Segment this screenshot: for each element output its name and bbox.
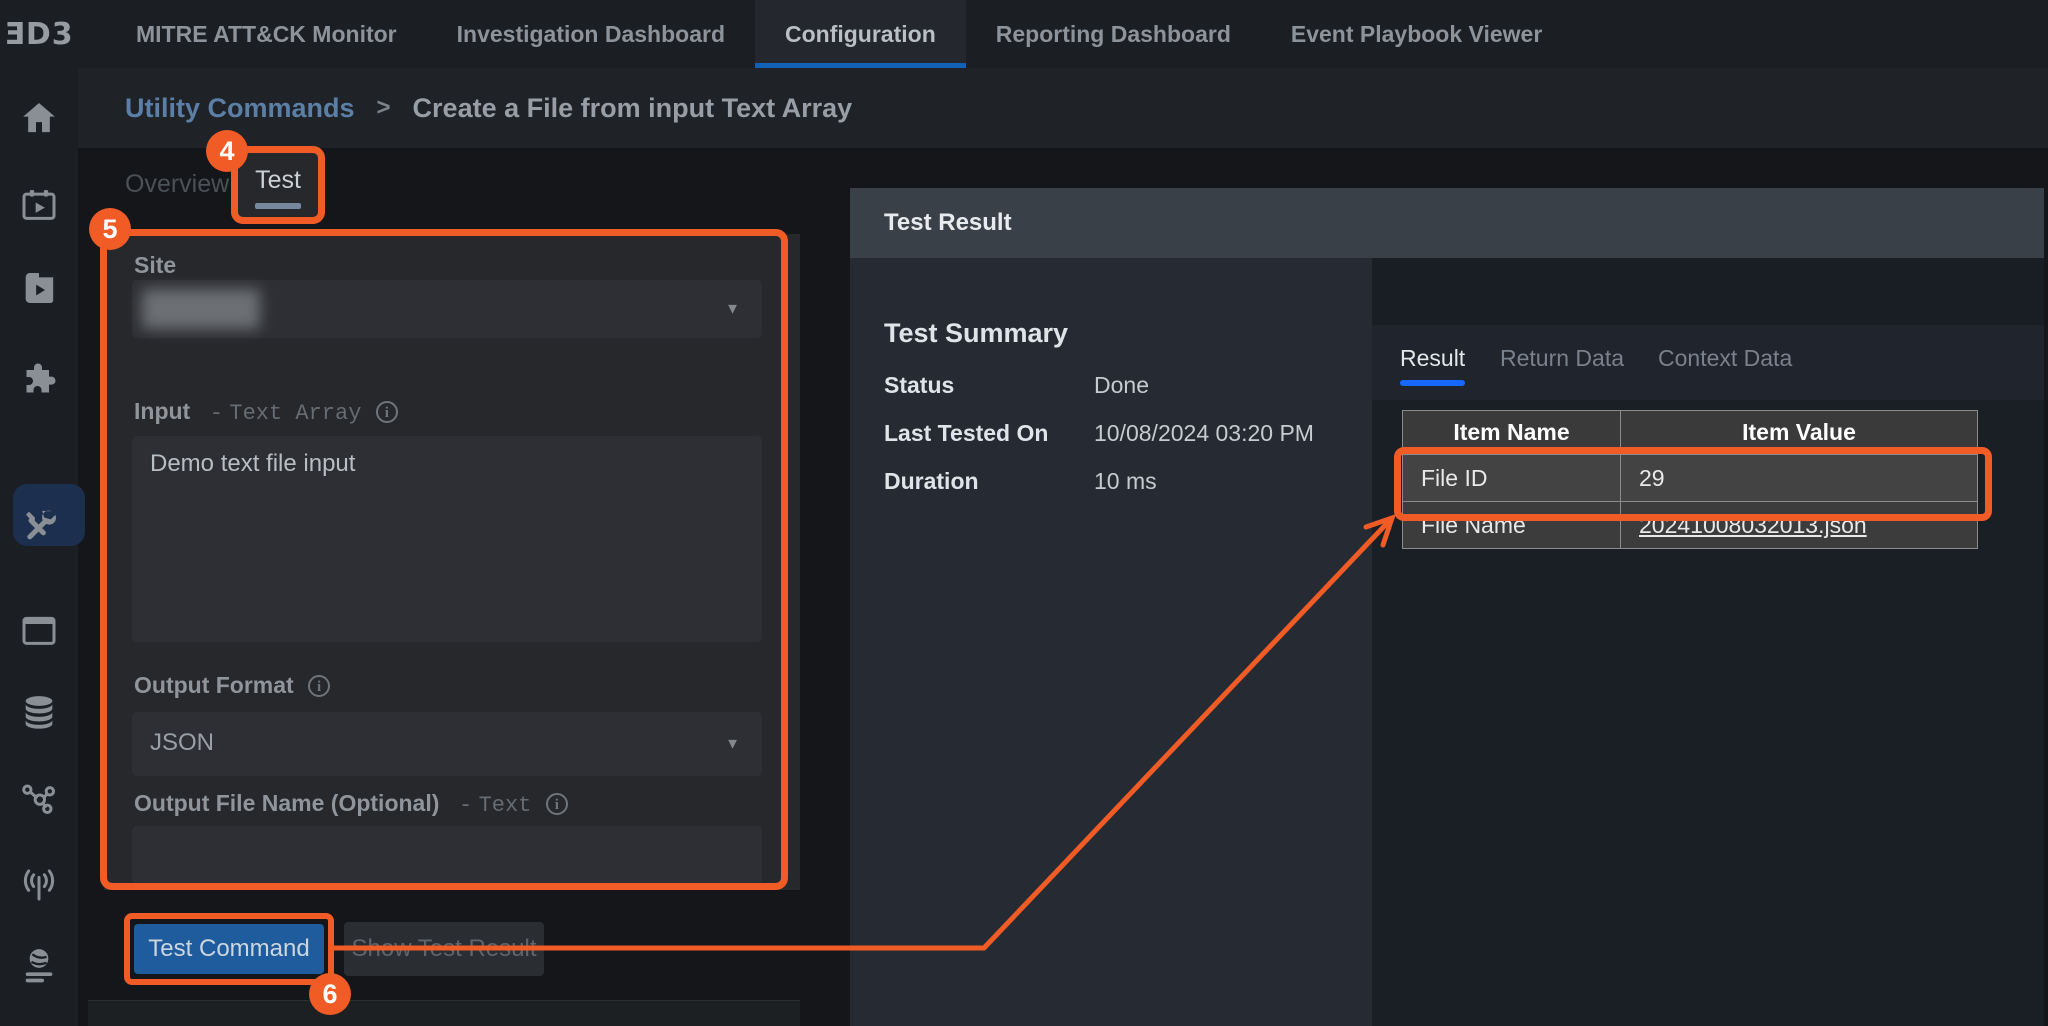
output-format-label-text: Output Format [134, 672, 294, 698]
input-type-separator [197, 401, 210, 426]
puzzle-icon [19, 360, 59, 400]
test-summary-title: Test Summary [884, 318, 1068, 349]
output-subtabs: Result Return Data Context Data [1372, 325, 2044, 400]
output-file-name-label-text: Output File Name (Optional) [134, 790, 439, 816]
nav-items: MITRE ATT&CK Monitor Investigation Dashb… [106, 0, 1572, 68]
chevron-down-icon: ▼ [725, 736, 740, 753]
output-file-type-dash: - [459, 793, 472, 818]
input-info-icon[interactable]: i [376, 401, 398, 423]
breadcrumb: Utility Commands > Create a File from in… [78, 68, 2048, 148]
status-label: Status [884, 372, 954, 399]
database-icon [19, 692, 59, 732]
page-title: Create a File from input Text Array [413, 93, 853, 124]
test-result-title: Test Result [884, 209, 1012, 237]
subtab-result[interactable]: Result [1400, 345, 1465, 372]
left-panel-footer [88, 1000, 800, 1026]
input-label-text: Input [134, 398, 190, 424]
sidebar-item-playbook[interactable] [0, 256, 78, 320]
tab-test-active-underline [255, 203, 301, 209]
output-tab-row: Output [1372, 258, 2044, 325]
input-textarea[interactable]: Demo text file input [132, 436, 762, 642]
file-name-name-cell: File Name [1403, 502, 1621, 549]
output-format-value: JSON [150, 729, 214, 757]
last-tested-on-value: 10/08/2024 03:20 PM [1094, 420, 1314, 447]
sidebar-item-integrations[interactable] [0, 348, 78, 412]
output-file-name-input[interactable] [132, 826, 762, 884]
last-tested-on-label: Last Tested On [884, 420, 1048, 447]
output-file-type-separator [446, 793, 459, 818]
input-value: Demo text file input [150, 450, 355, 478]
breadcrumb-parent-link[interactable]: Utility Commands [125, 93, 355, 124]
result-table-header-row: Item Name Item Value [1403, 411, 1978, 455]
test-result-header: Test Result [850, 188, 2044, 258]
site-value-redacted [142, 289, 260, 329]
chevron-down-icon: ▼ [725, 301, 740, 318]
file-download-link[interactable]: 20241008032013.json [1639, 512, 1867, 538]
calendar-play-icon [19, 185, 59, 225]
status-value: Done [1094, 372, 1149, 399]
breadcrumb-separator: > [377, 94, 391, 122]
annotation-badge-4: 4 [206, 130, 248, 172]
input-type-hint: Text Array [229, 401, 361, 426]
sidebar-item-link-analysis[interactable] [0, 766, 78, 830]
nav-item-event-playbook-viewer[interactable]: Event Playbook Viewer [1261, 0, 1572, 68]
tab-test-label: Test [238, 166, 318, 195]
wrench-screwdriver-icon [19, 505, 59, 545]
app-window: ƎD3 MITRE ATT&CK Monitor Investigation D… [0, 0, 2048, 1026]
test-command-button[interactable]: Test Command [134, 924, 324, 974]
top-nav: ƎD3 MITRE ATT&CK Monitor Investigation D… [0, 0, 2048, 68]
sidebar-item-sites[interactable] [0, 934, 78, 998]
network-graph-icon [19, 778, 59, 818]
tab-test[interactable]: Test [238, 152, 318, 218]
site-label: Site [134, 252, 176, 279]
globe-list-icon [19, 946, 59, 986]
icon-sidebar [0, 68, 78, 1026]
output-format-label: Output Format i [134, 672, 330, 699]
antenna-broadcast-icon [19, 864, 59, 904]
output-file-info-icon[interactable]: i [546, 793, 568, 815]
input-type-dash: - [210, 401, 223, 426]
calendar-icon [19, 610, 59, 650]
nav-item-configuration[interactable]: Configuration [755, 0, 966, 68]
result-table: Item Name Item Value File ID 29 File Nam… [1402, 410, 1978, 549]
file-id-value-cell: 29 [1621, 455, 1978, 502]
sidebar-item-incident-report[interactable] [0, 1016, 78, 1026]
col-item-name: Item Name [1403, 411, 1621, 455]
subtab-return-data[interactable]: Return Data [1500, 345, 1624, 372]
sidebar-item-home[interactable] [0, 86, 78, 150]
d3-logo[interactable]: ƎD3 [0, 0, 78, 68]
output-format-info-icon[interactable]: i [308, 675, 330, 697]
sidebar-item-events[interactable] [0, 598, 78, 662]
subtab-context-data[interactable]: Context Data [1658, 345, 1792, 372]
sidebar-item-broadcast[interactable] [0, 852, 78, 916]
output-file-type-hint: Text [479, 793, 532, 818]
input-label: Input - Text Array i [134, 398, 398, 426]
show-test-result-button[interactable]: Show Test Result [344, 922, 544, 976]
output-format-dropdown[interactable]: JSON ▼ [132, 712, 762, 776]
tab-overview[interactable]: Overview [125, 170, 229, 199]
sidebar-item-utility-commands[interactable] [0, 493, 78, 557]
nav-item-investigation-dashboard[interactable]: Investigation Dashboard [427, 0, 755, 68]
duration-value: 10 ms [1094, 468, 1157, 495]
sidebar-item-data-sources[interactable] [0, 680, 78, 744]
duration-label: Duration [884, 468, 979, 495]
site-dropdown[interactable]: ▼ [132, 280, 762, 338]
sidebar-item-scheduled-playbook[interactable] [0, 173, 78, 237]
annotation-badge-6: 6 [309, 973, 351, 1015]
file-id-name-cell: File ID [1403, 455, 1621, 502]
table-row-file-name: File Name 20241008032013.json [1403, 502, 1978, 549]
book-play-icon [19, 268, 59, 308]
annotation-badge-5: 5 [89, 208, 131, 250]
nav-item-mitre-attck-monitor[interactable]: MITRE ATT&CK Monitor [106, 0, 427, 68]
col-item-value: Item Value [1621, 411, 1978, 455]
table-row-file-id: File ID 29 [1403, 455, 1978, 502]
home-icon [19, 98, 59, 138]
output-file-name-label: Output File Name (Optional) - Text i [134, 790, 568, 818]
nav-item-reporting-dashboard[interactable]: Reporting Dashboard [966, 0, 1261, 68]
